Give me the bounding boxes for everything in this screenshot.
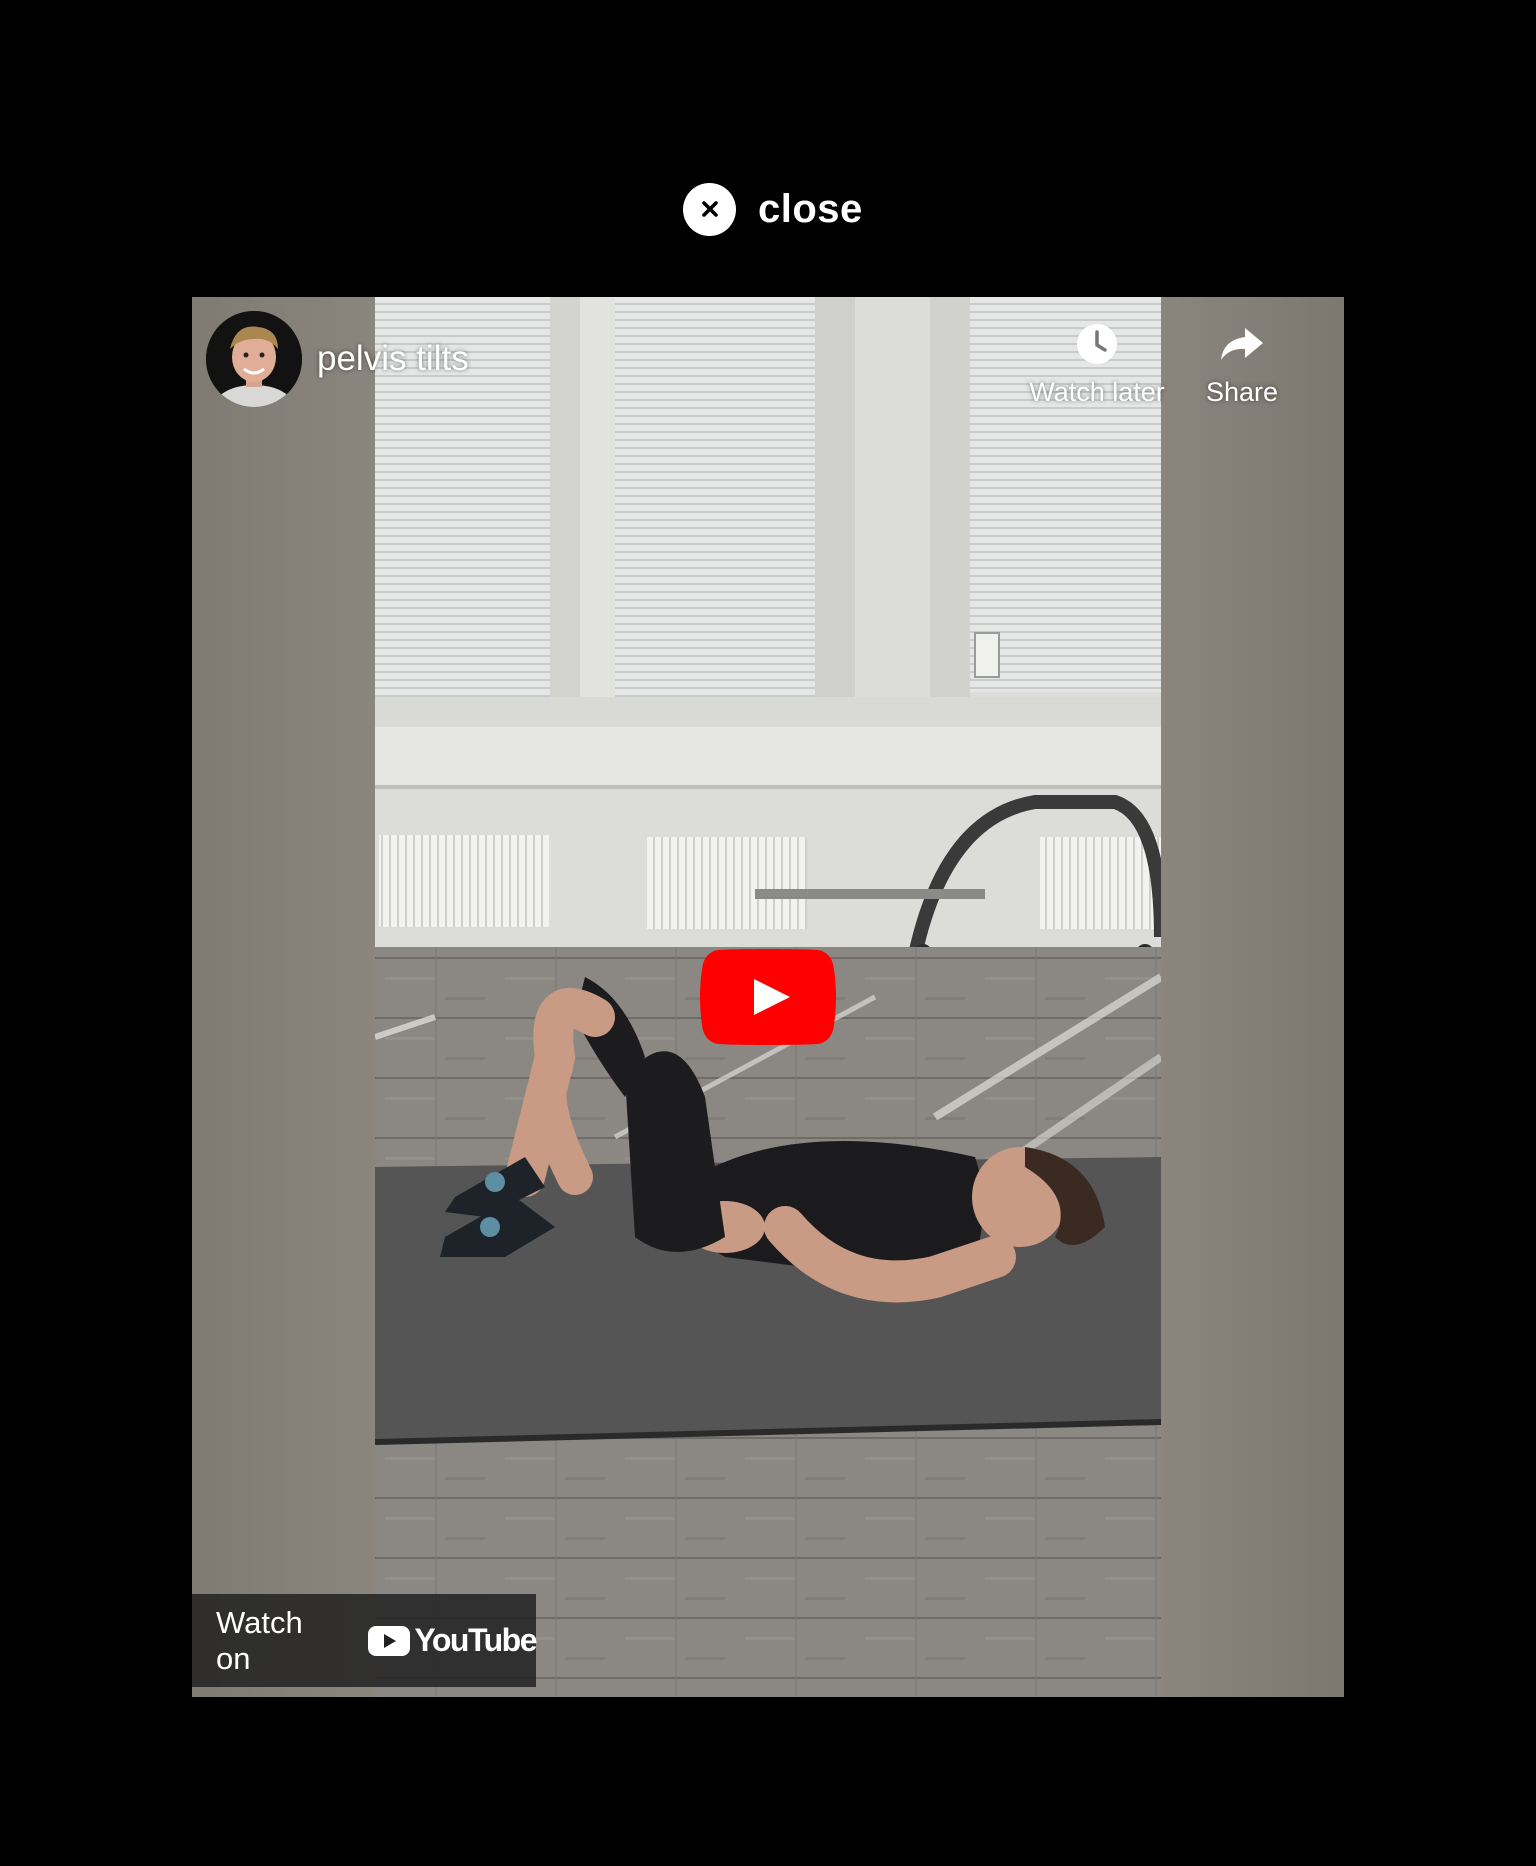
watch-on-youtube-button[interactable]: Watch on YouTube [192, 1594, 537, 1687]
youtube-logo[interactable]: YouTube [368, 1622, 537, 1659]
close-icon[interactable] [683, 182, 736, 236]
youtube-logo-icon[interactable] [368, 1625, 411, 1656]
watch-on-label[interactable]: Watch on [216, 1605, 344, 1677]
video-modal-page: close pelvis tilts Watch later Share Wat… [0, 0, 1536, 1866]
close-label[interactable]: close [758, 187, 863, 232]
letterbox-right [1161, 297, 1344, 1697]
avatar[interactable] [206, 311, 302, 407]
watch-later-button[interactable]: Watch later [1022, 319, 1172, 408]
watch-later-label[interactable]: Watch later [1022, 377, 1172, 408]
video-title[interactable]: pelvis tilts [317, 339, 469, 379]
play-button[interactable] [700, 949, 836, 1045]
close-button[interactable]: close [683, 182, 863, 236]
youtube-wordmark[interactable]: YouTube [414, 1622, 537, 1659]
video-player[interactable]: pelvis tilts Watch later Share Watch on … [192, 297, 1344, 1697]
play-icon[interactable] [700, 949, 836, 1045]
share-button[interactable]: Share [1192, 319, 1292, 408]
share-arrow-icon[interactable] [1219, 324, 1265, 364]
letterbox-left [192, 297, 375, 1697]
channel-header: pelvis tilts [206, 311, 469, 407]
clock-icon[interactable] [1075, 322, 1119, 366]
share-label[interactable]: Share [1192, 377, 1292, 408]
